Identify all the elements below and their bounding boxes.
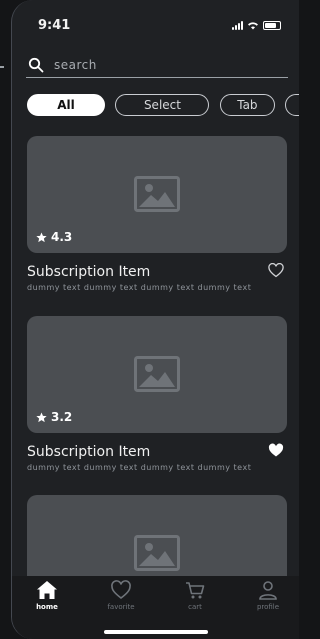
status-bar: 9:41 (12, 18, 299, 38)
card-description: dummy text dummy text dummy text dummy t… (27, 463, 252, 472)
card-description: dummy text dummy text dummy text dummy t… (27, 283, 252, 292)
search-bar[interactable] (26, 52, 288, 78)
cart-icon (186, 582, 205, 599)
phone-screen: 9:41 All Select Tab T (11, 0, 299, 639)
nav-profile[interactable]: profile (248, 580, 288, 611)
rating-badge: 3.2 (36, 410, 72, 424)
nav-label: profile (256, 603, 280, 611)
search-icon (28, 57, 44, 72)
profile-icon (259, 581, 277, 600)
image-placeholder-icon (134, 176, 180, 212)
image-placeholder-icon (134, 356, 180, 392)
filter-chips: All Select Tab T (27, 94, 299, 116)
card-image-placeholder: 4.3 (27, 136, 287, 253)
signal-icon (232, 21, 243, 30)
system-icons (232, 21, 281, 30)
heart-outline-icon[interactable] (268, 263, 284, 278)
nav-home[interactable]: home (27, 580, 67, 611)
subscription-card[interactable]: 3.2 Subscription Item dummy text dummy t… (27, 316, 287, 472)
home-indicator[interactable] (104, 630, 208, 634)
image-placeholder-icon (134, 535, 180, 571)
filter-chip-all[interactable]: All (27, 94, 105, 116)
heart-icon (111, 580, 131, 600)
filter-chip-tab[interactable]: Tab (219, 94, 275, 116)
rating-badge: 4.3 (36, 230, 72, 244)
status-time: 9:41 (38, 18, 71, 33)
card-title: Subscription Item (27, 444, 151, 460)
card-title: Subscription Item (27, 264, 151, 280)
nav-favorite[interactable]: favorite (101, 580, 141, 611)
star-icon (36, 411, 47, 422)
filter-chip-more[interactable]: T (285, 94, 299, 116)
nav-label: favorite (107, 603, 135, 611)
subscription-card[interactable]: 4.3 Subscription Item dummy text dummy t… (27, 136, 287, 292)
card-image-placeholder: 3.2 (27, 316, 287, 433)
screen-edge-mark (0, 66, 4, 68)
rating-value: 4.3 (51, 230, 73, 244)
star-icon (36, 231, 47, 242)
wifi-icon (248, 22, 258, 30)
filter-chip-select[interactable]: Select (115, 94, 210, 116)
nav-cart[interactable]: cart (175, 580, 215, 611)
battery-icon (263, 21, 281, 30)
nav-label: home (36, 603, 58, 611)
home-icon (37, 581, 57, 599)
heart-filled-icon[interactable] (268, 443, 284, 458)
rating-value: 3.2 (51, 410, 73, 424)
search-input[interactable] (52, 56, 276, 73)
nav-label: cart (188, 603, 202, 611)
